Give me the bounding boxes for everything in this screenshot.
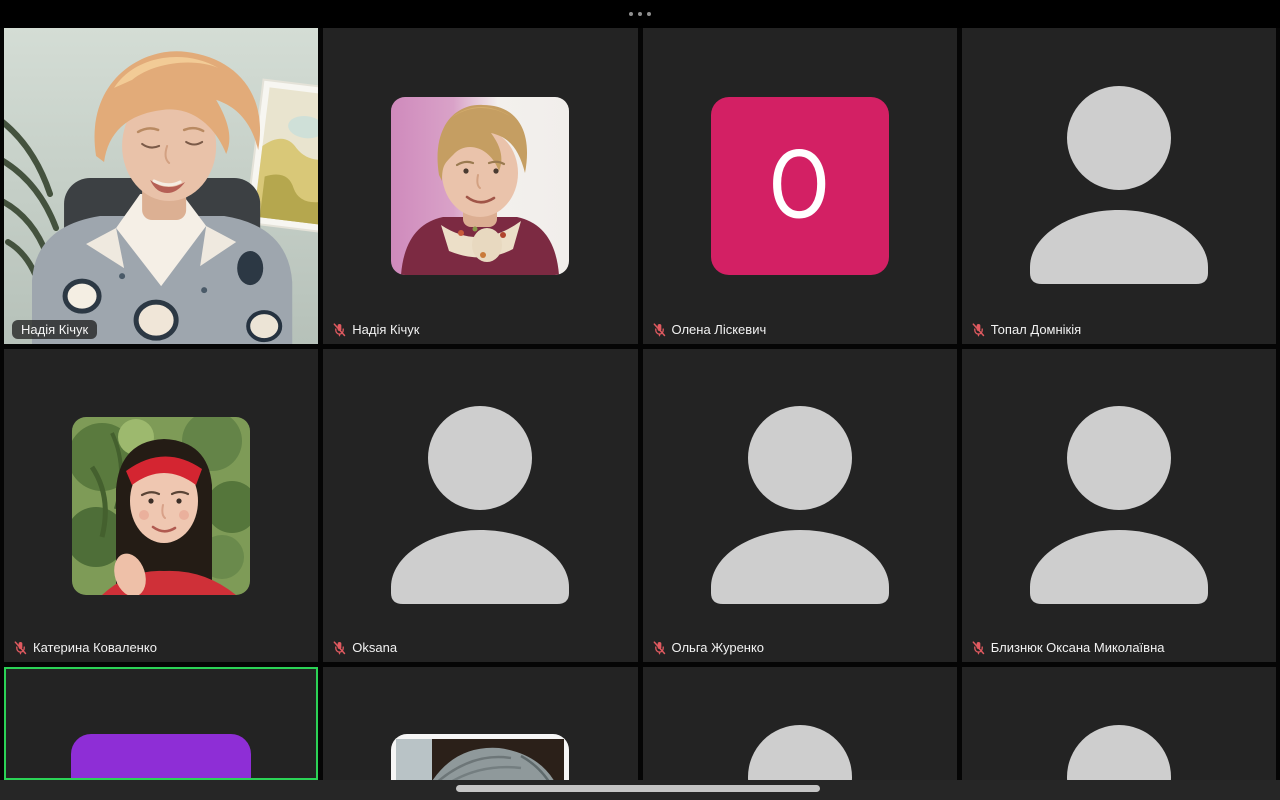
participant-name-label: Близнюк Оксана Миколаївна xyxy=(990,640,1165,655)
participant-name-label: Олена Ліскевич xyxy=(671,322,767,337)
conference-window: Надія Кічук Надія Кічук O Олена Ліскевич… xyxy=(0,0,1280,800)
participant-tile[interactable]: Ольга Журенко xyxy=(642,349,957,662)
participant-name-row: Топал Домнікія xyxy=(972,322,1081,337)
person-silhouette-icon xyxy=(710,725,889,780)
participant-name-row: Близнюк Оксана Миколаївна xyxy=(972,640,1165,655)
person-silhouette-icon xyxy=(391,405,570,604)
muted-mic-icon xyxy=(653,640,665,654)
participant-name-row: Oksana xyxy=(333,640,397,655)
participant-photo-avatar xyxy=(391,734,570,780)
participant-name-label: Топал Домнікія xyxy=(990,322,1082,337)
person-silhouette-icon xyxy=(1029,86,1208,284)
participant-name-label: Oksana xyxy=(352,640,398,655)
top-bar xyxy=(0,0,1280,28)
muted-mic-icon xyxy=(14,640,27,654)
grid-scrollbar-thumb[interactable] xyxy=(456,785,820,792)
avatar-initial: O xyxy=(769,132,831,239)
muted-mic-icon xyxy=(972,640,985,654)
muted-mic-icon xyxy=(333,322,346,336)
participant-name-label: Ольга Журенко xyxy=(671,640,765,655)
participant-tile[interactable]: Близнюк Оксана Миколаївна xyxy=(961,349,1276,662)
muted-mic-icon xyxy=(333,640,346,654)
participant-name-row: Катерина Коваленко xyxy=(14,640,157,655)
person-silhouette-icon xyxy=(1029,405,1208,604)
participant-tile-active-speaker[interactable] xyxy=(4,667,319,780)
participant-tile[interactable]: Топал Домнікія xyxy=(961,28,1276,344)
participant-name-row: Олена Ліскевич xyxy=(653,322,767,337)
participant-photo-avatar xyxy=(391,97,570,275)
participant-initial-avatar: O xyxy=(710,97,889,275)
participant-name-label: Надія Кічук xyxy=(352,322,420,337)
person-silhouette-icon xyxy=(710,405,889,604)
participant-tile[interactable]: Oksana xyxy=(323,349,638,662)
live-video-feed xyxy=(4,28,319,344)
participants-grid: Надія Кічук Надія Кічук O Олена Ліскевич… xyxy=(0,28,1280,780)
participant-name-label: Катерина Коваленко xyxy=(33,640,157,655)
more-options-icon[interactable] xyxy=(629,12,651,16)
participant-name-row: Ольга Журенко xyxy=(653,640,765,655)
participant-tile[interactable] xyxy=(323,667,638,780)
muted-mic-icon xyxy=(972,322,985,336)
participant-tile[interactable]: Катерина Коваленко xyxy=(4,349,319,662)
bottom-bar xyxy=(0,780,1280,800)
participant-photo-avatar xyxy=(72,416,251,595)
participant-color-avatar xyxy=(71,734,252,778)
person-silhouette-icon xyxy=(1029,725,1208,780)
participant-tile-video[interactable]: Надія Кічук xyxy=(4,28,319,344)
participant-tile[interactable]: Надія Кічук xyxy=(323,28,638,344)
participant-tile[interactable] xyxy=(642,667,957,780)
muted-mic-icon xyxy=(653,322,665,336)
participant-name-label: Надія Кічук xyxy=(12,320,98,339)
participant-tile[interactable] xyxy=(961,667,1276,780)
participant-tile[interactable]: O Олена Ліскевич xyxy=(642,28,957,344)
participant-name-row: Надія Кічук xyxy=(333,322,419,337)
